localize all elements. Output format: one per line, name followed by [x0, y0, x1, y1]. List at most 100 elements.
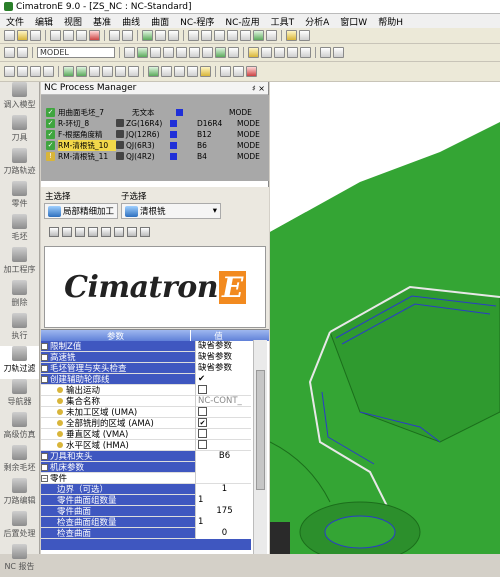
- model-combo[interactable]: MODEL: [37, 47, 115, 58]
- light-icon[interactable]: [286, 30, 297, 41]
- copy-procedure-icon[interactable]: [88, 227, 98, 237]
- surface-icon[interactable]: [148, 66, 159, 77]
- procedure-row[interactable]: ! RM-清根铣_11 QJ(4R2) B4 MODE: [41, 151, 269, 161]
- graphics-viewport[interactable]: [270, 82, 500, 554]
- delete-icon[interactable]: [89, 30, 100, 41]
- checkbox[interactable]: ✔: [198, 417, 207, 427]
- layer-icon[interactable]: [155, 30, 166, 41]
- line-icon[interactable]: [4, 66, 15, 77]
- tab-nc-report[interactable]: NC 报告: [0, 544, 39, 577]
- extrude-icon[interactable]: [63, 66, 74, 77]
- open-procedure-icon[interactable]: [62, 227, 72, 237]
- tab-execute[interactable]: 执行: [0, 313, 39, 346]
- sweep-icon[interactable]: [174, 66, 185, 77]
- procedure-row[interactable]: ✓ 用曲面毛坯_7 无文本 MODE: [41, 107, 269, 117]
- tab-toolpath[interactable]: 刀路轨迹: [0, 148, 39, 181]
- menu-datum[interactable]: 基准: [93, 15, 111, 28]
- measure-icon[interactable]: [261, 47, 272, 58]
- undo-icon[interactable]: [109, 30, 120, 41]
- sub-select-dropdown[interactable]: 清根铣 ▾: [121, 203, 221, 219]
- loft-icon[interactable]: [187, 66, 198, 77]
- zoom-window-icon[interactable]: [202, 47, 213, 58]
- tree-icon[interactable]: [142, 30, 153, 41]
- menu-help[interactable]: 帮助H: [378, 15, 403, 28]
- procedure-row[interactable]: ✓ R-环切_8 ZG(16R4) D16R4 MODE: [41, 118, 269, 128]
- trim-icon[interactable]: [102, 66, 113, 77]
- chamfer-icon[interactable]: [128, 66, 139, 77]
- view-icon[interactable]: [240, 30, 251, 41]
- menu-edit[interactable]: 编辑: [35, 15, 53, 28]
- menu-view[interactable]: 视图: [64, 15, 82, 28]
- offset-icon[interactable]: [89, 66, 100, 77]
- menu-window[interactable]: 窗口W: [340, 15, 367, 28]
- menu-surface[interactable]: 曲面: [151, 15, 169, 28]
- layers-icon[interactable]: [300, 47, 311, 58]
- spline-icon[interactable]: [43, 66, 54, 77]
- checkbox[interactable]: [198, 428, 207, 438]
- grid-icon[interactable]: [320, 47, 331, 58]
- split-icon[interactable]: [233, 66, 244, 77]
- menu-nc-app[interactable]: NC-应用: [225, 15, 259, 28]
- tab-navigator[interactable]: 导航器: [0, 379, 39, 412]
- save-procedure-icon[interactable]: [75, 227, 85, 237]
- new-procedure-icon[interactable]: [49, 227, 59, 237]
- checkbox[interactable]: [198, 439, 207, 449]
- menu-curve[interactable]: 曲线: [122, 15, 140, 28]
- sew-icon[interactable]: [200, 66, 211, 77]
- hide-icon[interactable]: [274, 47, 285, 58]
- preview-icon[interactable]: [114, 227, 124, 237]
- zoom-in-icon[interactable]: [176, 47, 187, 58]
- param-row[interactable]: 检查曲面 0: [41, 527, 251, 539]
- arc-icon[interactable]: [17, 66, 28, 77]
- menu-analysis[interactable]: 分析A: [305, 15, 329, 28]
- zoom-out-icon[interactable]: [189, 47, 200, 58]
- scrollbar-thumb[interactable]: [256, 370, 265, 490]
- tab-post[interactable]: 后置处理: [0, 511, 39, 544]
- section-icon[interactable]: [228, 47, 239, 58]
- main-select-button[interactable]: 局部精细加工: [44, 203, 118, 219]
- checkbox[interactable]: [198, 406, 207, 416]
- view-front-icon[interactable]: [150, 47, 161, 58]
- tab-path-edit[interactable]: 刀路编辑: [0, 478, 39, 511]
- reset-icon[interactable]: [140, 227, 150, 237]
- tab-tool[interactable]: 刀具: [0, 115, 39, 148]
- dimension-icon[interactable]: [248, 47, 259, 58]
- view-side-icon[interactable]: [163, 47, 174, 58]
- tab-procedure[interactable]: 加工程序: [0, 247, 39, 280]
- checkbox[interactable]: [198, 384, 207, 394]
- help-icon[interactable]: [299, 30, 310, 41]
- copy-icon[interactable]: [63, 30, 74, 41]
- apply-icon[interactable]: [127, 227, 137, 237]
- view-iso-icon[interactable]: [137, 47, 148, 58]
- blend-icon[interactable]: [161, 66, 172, 77]
- fillet-icon[interactable]: [115, 66, 126, 77]
- circle-icon[interactable]: [30, 66, 41, 77]
- wire-icon[interactable]: [266, 30, 277, 41]
- select-icon[interactable]: [4, 47, 15, 58]
- tab-delete[interactable]: 删除: [0, 280, 39, 313]
- render-icon[interactable]: [215, 47, 226, 58]
- rotate-icon[interactable]: [214, 30, 225, 41]
- menu-tools[interactable]: 工具T: [271, 15, 295, 28]
- color-icon[interactable]: [168, 30, 179, 41]
- tab-stock[interactable]: 毛坯: [0, 214, 39, 247]
- revolve-icon[interactable]: [76, 66, 87, 77]
- cut-icon[interactable]: [50, 30, 61, 41]
- save-icon[interactable]: [30, 30, 41, 41]
- new-file-icon[interactable]: [4, 30, 15, 41]
- tab-part[interactable]: 零件: [0, 181, 39, 214]
- zoom-icon[interactable]: [188, 30, 199, 41]
- remove-icon[interactable]: [246, 66, 257, 77]
- tab-toolpath-filter[interactable]: 刀轨过滤: [0, 346, 39, 379]
- paste-icon[interactable]: [76, 30, 87, 41]
- paste-procedure-icon[interactable]: [101, 227, 111, 237]
- redo-icon[interactable]: [122, 30, 133, 41]
- pan-icon[interactable]: [201, 30, 212, 41]
- shade-icon[interactable]: [253, 30, 264, 41]
- open-folder-icon[interactable]: [17, 30, 28, 41]
- filter-icon[interactable]: [17, 47, 28, 58]
- fit-icon[interactable]: [227, 30, 238, 41]
- boolean-icon[interactable]: [220, 66, 231, 77]
- procedure-row-selected[interactable]: ✓ RM-清根铣_10 QJ(6R3) B6 MODE: [41, 139, 269, 151]
- menu-nc-program[interactable]: NC-程序: [180, 15, 214, 28]
